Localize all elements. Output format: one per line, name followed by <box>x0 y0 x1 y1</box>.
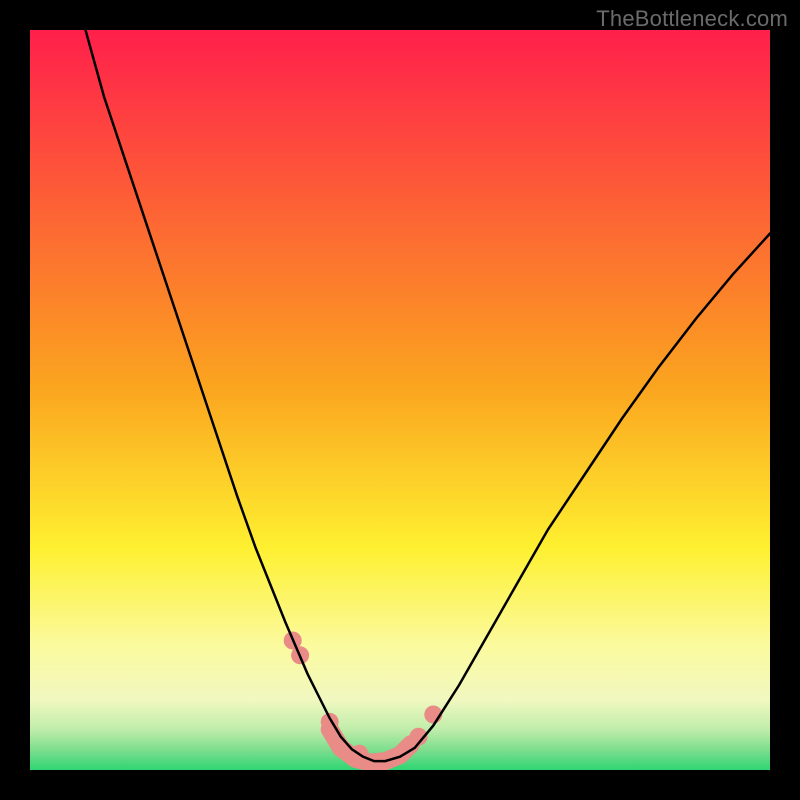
chart-svg <box>30 30 770 770</box>
chart-frame: TheBottleneck.com <box>0 0 800 800</box>
gradient-background <box>30 30 770 770</box>
watermark-text: TheBottleneck.com <box>596 6 788 32</box>
plot-area <box>30 30 770 770</box>
